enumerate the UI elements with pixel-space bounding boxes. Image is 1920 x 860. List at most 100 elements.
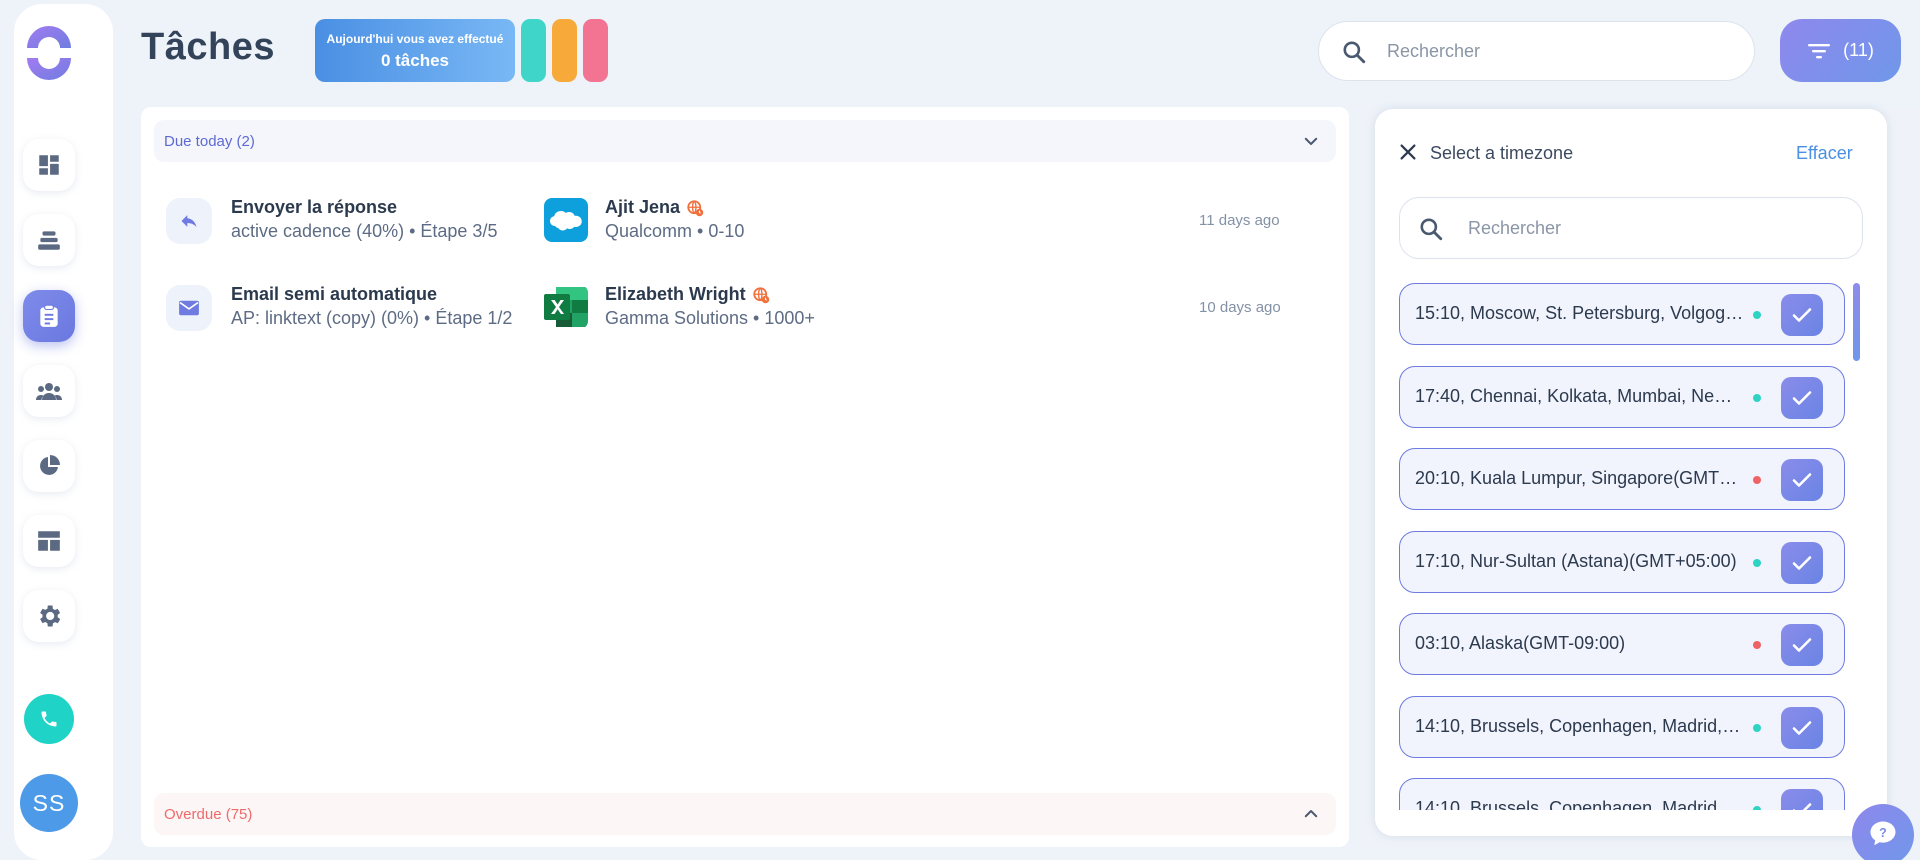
section-due-today[interactable]: Due today (2) [154,120,1336,162]
reply-icon [181,215,197,228]
timezone-option-label: 14:10, Brussels, Copenhagen, Madrid, Par… [1415,798,1745,810]
section-overdue[interactable]: Overdue (75) [154,793,1336,835]
check-icon [1792,803,1812,810]
task-subtitle: active cadence (40%) • Étape 3/5 [231,221,498,241]
svg-text:?: ? [1879,826,1887,840]
dashboard-icon [39,155,59,175]
excel-logo [544,285,588,329]
help-chat-icon: ? [1870,821,1896,846]
phone-button[interactable] [24,694,74,744]
section-overdue-label: Overdue (75) [164,805,253,823]
task-title[interactable]: Email semi automatique [231,284,437,305]
search-box [1318,21,1755,81]
sidebar-item-templates[interactable] [23,515,75,567]
timezone-status-dot [1753,559,1761,567]
timezone-status-dot [1753,394,1761,402]
timezone-status-dot [1753,311,1761,319]
timezone-option[interactable]: 15:10, Moscow, St. Petersburg, Volgograd… [1399,283,1845,345]
timezone-option-label: 17:10, Nur-Sultan (Astana)(GMT+05:00) [1415,551,1737,571]
timezone-search-box [1399,197,1863,259]
timezone-globe-icon [687,199,704,216]
check-icon [1792,638,1812,652]
search-icon [1420,218,1443,241]
check-icon [1792,721,1812,735]
chevron-up-icon[interactable] [1302,805,1320,823]
section-due-today-label: Due today (2) [164,132,255,150]
clear-button[interactable]: Effacer [1796,143,1853,164]
timezone-panel-title: Select a timezone [1430,143,1574,163]
timezone-option[interactable]: 14:10, Brussels, Copenhagen, Madrid, Par… [1399,778,1845,810]
contact-name-text: Elizabeth Wright [605,284,746,304]
timezone-checkbox[interactable] [1781,789,1823,810]
task-time: 11 days ago [1199,212,1280,229]
salesforce-logo [544,198,588,242]
timezone-checkbox[interactable] [1781,294,1823,336]
timezone-option[interactable]: 14:10, Brussels, Copenhagen, Madrid, Par… [1399,696,1845,758]
filter-button[interactable]: (11) [1780,19,1901,82]
filter-count: (11) [1843,40,1874,60]
timezone-checkbox[interactable] [1781,459,1823,501]
daily-stats-badge: Aujourd'hui vous avez effectué 0 tâches [315,19,515,82]
timezone-search-input[interactable] [1468,218,1838,239]
timezone-status-dot [1753,641,1761,649]
check-icon [1792,391,1812,405]
avatar[interactable]: SS [20,774,78,832]
company-info: Gamma Solutions • 1000+ [605,308,815,328]
timezone-option-label: 14:10, Brussels, Copenhagen, Madrid, Par… [1415,716,1745,736]
task-type-icon [166,285,212,331]
clipboard-icon [40,304,58,327]
company-info: Qualcomm • 0-10 [605,221,745,241]
task-time: 10 days ago [1199,299,1281,316]
timezone-status-dot [1753,724,1761,732]
contact-name[interactable]: Elizabeth Wright [605,284,770,305]
stats-pill-orange[interactable] [552,19,577,82]
timezone-option-label: 03:10, Alaska(GMT-09:00) [1415,633,1626,653]
filter-icon [1808,43,1831,58]
search-icon [1343,41,1366,64]
stats-line2: 0 tâches [380,51,450,70]
timezone-scrollbar[interactable] [1853,283,1860,361]
gear-icon [40,605,61,627]
timezone-option[interactable]: 17:40, Chennai, Kolkata, Mumbai, New Del… [1399,366,1845,428]
timezone-option-label: 15:10, Moscow, St. Petersburg, Volgograd… [1415,303,1745,323]
help-button[interactable]: ? [1852,804,1914,860]
timezone-list[interactable]: 15:10, Moscow, St. Petersburg, Volgograd… [1399,283,1845,810]
search-input[interactable] [1387,41,1727,62]
timezone-option-label: 20:10, Kuala Lumpur, Singapore(GMT+08:00… [1415,468,1745,488]
timezone-option-label: 17:40, Chennai, Kolkata, Mumbai, New Del… [1415,386,1745,406]
check-icon [1792,473,1812,487]
sidebar-item-dashboard[interactable] [23,139,75,191]
mail-icon [179,300,199,316]
timezone-option[interactable]: 20:10, Kuala Lumpur, Singapore(GMT+08:00… [1399,448,1845,510]
task-row[interactable]: Envoyer la réponse active cadence (40%) … [154,180,1336,260]
timezone-option[interactable]: 03:10, Alaska(GMT-09:00) [1399,613,1845,675]
timezone-globe-icon [753,286,769,303]
phone-icon [41,711,57,727]
check-icon [1792,556,1812,570]
close-icon[interactable] [1397,141,1419,163]
sidebar-item-tasks[interactable] [23,290,75,342]
task-title[interactable]: Envoyer la réponse [231,197,397,218]
stats-pill-teal[interactable] [521,19,546,82]
task-row[interactable]: Email semi automatique AP: linktext (cop… [154,267,1336,347]
timezone-status-dot [1753,476,1761,484]
sidebar-item-cadences[interactable] [23,214,75,266]
sidebar-item-settings[interactable] [23,590,75,642]
task-type-icon [166,198,212,244]
timezone-checkbox[interactable] [1781,624,1823,666]
timezone-option[interactable]: 17:10, Nur-Sultan (Astana)(GMT+05:00) [1399,531,1845,593]
page-title: Tâches [141,26,275,68]
layers-icon [38,231,60,250]
sidebar-item-contacts[interactable] [23,365,75,417]
layout-icon [38,531,60,551]
chevron-down-icon[interactable] [1302,132,1320,150]
contact-name[interactable]: Ajit Jena [605,197,704,218]
stats-pill-pink[interactable] [583,19,608,82]
stats-line1: Aujourd'hui vous avez effectué [326,32,504,46]
timezone-checkbox[interactable] [1781,707,1823,749]
timezone-checkbox[interactable] [1781,377,1823,419]
sidebar-item-reports[interactable] [23,440,75,492]
app-logo[interactable] [22,26,76,80]
timezone-checkbox[interactable] [1781,542,1823,584]
timezone-status-dot [1753,806,1761,810]
